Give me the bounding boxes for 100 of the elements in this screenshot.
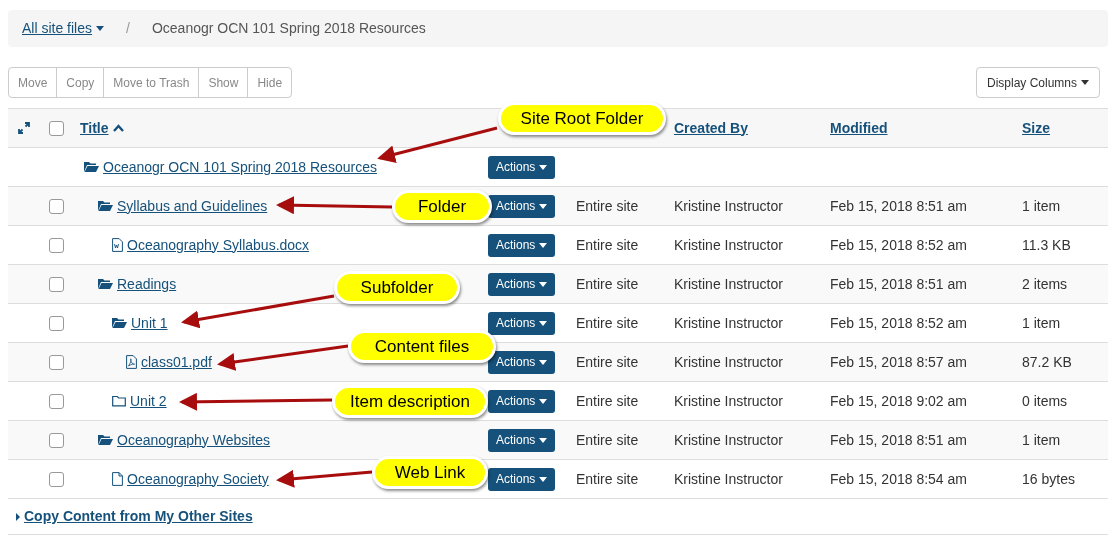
table-cell: Kristine Instructor <box>674 275 783 292</box>
caret-icon <box>539 359 548 365</box>
copy-content-link[interactable]: Copy Content from My Other Sites <box>16 506 253 527</box>
table-cell: 11.3 KB <box>1022 236 1071 253</box>
caret-icon <box>1081 80 1089 85</box>
breadcrumb-separator: / <box>126 19 130 38</box>
table-cell: Entire site <box>576 275 639 292</box>
table-cell: Feb 15, 2018 8:52 am <box>830 236 967 253</box>
checkbox[interactable] <box>48 315 64 331</box>
checkbox[interactable] <box>48 432 64 448</box>
column-header-link[interactable]: Title <box>80 117 124 139</box>
actions-button[interactable]: Actions <box>488 233 556 257</box>
item-title-link[interactable]: Syllabus and Guidelines <box>117 195 268 217</box>
actions-button[interactable]: Actions <box>488 272 556 296</box>
table-cell: Entire site <box>576 197 639 214</box>
item-title-link[interactable]: class01.pdf <box>141 351 212 373</box>
table-cell: 16 bytes <box>1022 470 1075 487</box>
item-title-link[interactable]: Oceanogr OCN 101 Spring 2018 Resources <box>103 156 377 178</box>
item-title-link[interactable]: Oceanography Websites <box>117 429 271 451</box>
caret-icon <box>539 398 548 404</box>
actions-button[interactable]: Actions <box>488 467 556 491</box>
checkbox[interactable] <box>48 120 64 136</box>
column-header-link[interactable]: Created By <box>674 117 748 139</box>
table-cell: Kristine Instructor <box>674 197 783 214</box>
toolbar-button[interactable]: Move <box>8 67 58 98</box>
actions-button[interactable]: Actions <box>488 194 556 218</box>
checkbox[interactable] <box>48 198 64 214</box>
word-document-icon <box>112 238 123 252</box>
callout-label: Item description <box>332 385 488 418</box>
toolbar-button[interactable]: Show <box>198 67 249 98</box>
open-folder-icon <box>98 434 113 446</box>
page-icon <box>112 472 123 486</box>
table-cell: 1 item <box>1022 314 1061 331</box>
open-folder-icon <box>98 278 113 290</box>
expand-icon[interactable] <box>18 122 30 134</box>
caret-icon <box>539 203 548 209</box>
item-title-link[interactable]: Unit 2 <box>130 390 167 412</box>
callout-label: Content files <box>348 330 496 363</box>
checkbox[interactable] <box>48 237 64 253</box>
caret-icon <box>539 476 548 482</box>
checkbox[interactable] <box>48 276 64 292</box>
caret-right-icon <box>16 512 20 521</box>
item-title-link[interactable]: Unit 1 <box>131 312 168 334</box>
table-cell: Feb 15, 2018 8:52 am <box>830 314 967 331</box>
toolbar-button[interactable]: Copy <box>56 67 105 98</box>
table-cell: Entire site <box>576 470 639 487</box>
table-cell: Entire site <box>576 314 639 331</box>
table-cell: Feb 15, 2018 8:57 am <box>830 353 967 370</box>
item-title-link[interactable]: Readings <box>117 273 177 295</box>
table-cell: Feb 15, 2018 8:51 am <box>830 197 967 214</box>
callout-label: Folder <box>392 190 492 223</box>
open-folder-icon <box>98 200 113 212</box>
toolbar-button[interactable]: Move to Trash <box>103 67 200 98</box>
caret-icon <box>539 320 548 326</box>
table-cell: Kristine Instructor <box>674 470 783 487</box>
checkbox[interactable] <box>48 354 64 370</box>
open-folder-icon <box>112 317 127 329</box>
table-cell: Feb 15, 2018 8:51 am <box>830 275 967 292</box>
callout-label: Subfolder <box>334 271 460 304</box>
table-cell: Kristine Instructor <box>674 314 783 331</box>
table-cell: Feb 15, 2018 8:51 am <box>830 431 967 448</box>
actions-button[interactable]: Actions <box>488 155 556 179</box>
item-title-link[interactable]: Oceanography Society <box>127 468 269 490</box>
caret-icon <box>539 281 548 287</box>
pdf-file-icon <box>126 355 137 369</box>
caret-icon <box>539 164 548 170</box>
actions-button[interactable]: Actions <box>488 389 556 413</box>
table-cell: 87.2 KB <box>1022 353 1072 370</box>
sort-ascending-icon <box>112 124 124 132</box>
toolbar-button[interactable]: Hide <box>247 67 293 98</box>
display-columns-button[interactable]: Display Columns <box>975 67 1100 98</box>
table-cell: Entire site <box>576 353 639 370</box>
table-cell: 1 item <box>1022 431 1061 448</box>
table-cell: 1 item <box>1022 197 1061 214</box>
column-header-link[interactable]: Modified <box>830 117 888 139</box>
table-cell: 2 items <box>1022 275 1068 292</box>
checkbox[interactable] <box>48 393 64 409</box>
table-cell: Kristine Instructor <box>674 431 783 448</box>
actions-button[interactable]: Actions <box>488 350 556 374</box>
item-title-link[interactable]: Oceanography Syllabus.docx <box>127 234 310 256</box>
table-cell: Kristine Instructor <box>674 353 783 370</box>
table-cell: Feb 15, 2018 8:54 am <box>830 470 967 487</box>
breadcrumb-current: Oceanogr OCN 101 Spring 2018 Resources <box>151 19 426 38</box>
table-cell: 0 items <box>1022 392 1068 409</box>
caret-icon <box>96 26 105 31</box>
table-cell: Kristine Instructor <box>674 392 783 409</box>
table-cell: Entire site <box>576 236 639 253</box>
callout-label: Web Link <box>372 456 488 489</box>
table-cell: Entire site <box>576 392 639 409</box>
table-cell: Entire site <box>576 431 639 448</box>
folder-icon <box>112 395 126 407</box>
table-cell: Kristine Instructor <box>674 236 783 253</box>
actions-button[interactable]: Actions <box>488 428 556 452</box>
checkbox[interactable] <box>48 471 64 487</box>
column-header-link[interactable]: Size <box>1022 117 1050 139</box>
caret-icon <box>539 242 548 248</box>
open-folder-icon <box>84 161 99 173</box>
breadcrumb-link[interactable]: All site files <box>22 18 105 39</box>
actions-button[interactable]: Actions <box>488 311 556 335</box>
table-cell: Feb 15, 2018 9:02 am <box>830 392 967 409</box>
